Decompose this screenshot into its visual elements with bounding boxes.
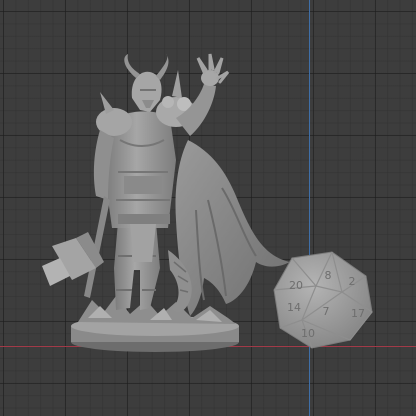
die-face-number: 8 [325, 269, 332, 282]
die-face-number: 20 [289, 279, 303, 292]
warrior-figurine[interactable] [42, 53, 290, 352]
figurine-base [71, 296, 239, 352]
warhammer [42, 196, 110, 298]
d20-die[interactable]: 20 8 14 2 17 7 10 [273, 251, 373, 349]
claw-hand [196, 53, 230, 86]
die-face-number: 7 [323, 305, 330, 318]
cape [175, 140, 290, 316]
3d-viewport[interactable]: 20 8 14 2 17 7 10 [0, 0, 416, 416]
die-face-number: 2 [349, 275, 356, 288]
die-face-number: 14 [287, 301, 301, 314]
scene-render: 20 8 14 2 17 7 10 [42, 53, 373, 352]
die-face-number: 17 [351, 307, 365, 320]
die-face-number: 10 [301, 327, 315, 340]
